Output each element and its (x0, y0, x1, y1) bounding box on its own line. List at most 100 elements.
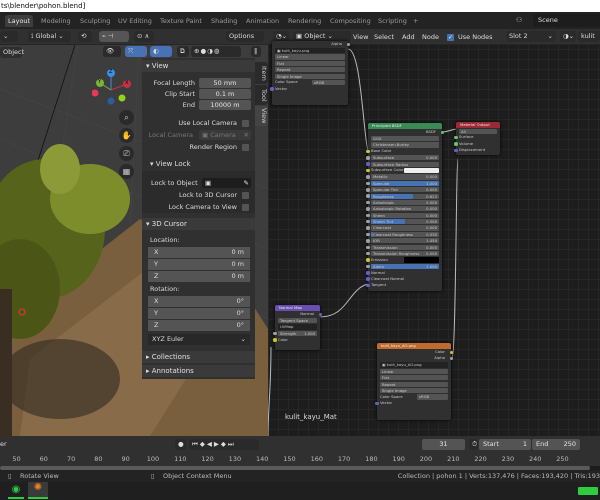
playback-controls[interactable]: ⏮◆◀▶◆⏭ (189, 439, 259, 450)
bsdf-value-field[interactable]: Subsurface 0.000 (371, 155, 439, 161)
interpolation-dropdown[interactable]: Linear (380, 368, 448, 374)
cursor-panel-header[interactable]: ▾ 3D Cursor (142, 218, 255, 230)
input-socket[interactable] (366, 251, 370, 256)
menu-view[interactable]: View (353, 33, 368, 41)
input-socket[interactable] (366, 168, 370, 173)
projection-dropdown[interactable]: Flat (380, 375, 448, 381)
cursor-location-x[interactable]: X 0 m (148, 247, 250, 258)
stopwatch-icon[interactable]: ⏱ (469, 439, 478, 450)
input-socket[interactable] (366, 194, 370, 198)
color-swatch[interactable] (404, 167, 439, 174)
scene-selector[interactable]: Scene (533, 14, 600, 27)
focal-length-field[interactable]: 50 mm (199, 78, 251, 88)
bsdf-value-field[interactable]: Metallic 0.000 (371, 174, 439, 180)
uv-map-field[interactable]: UVMap (278, 324, 317, 330)
view-panel-header[interactable]: ▾ View (142, 60, 255, 72)
tab-compositing[interactable]: Compositing (327, 15, 374, 27)
input-socket[interactable] (366, 245, 370, 250)
tab-modeling[interactable]: Modeling (38, 15, 74, 27)
subsurface-method-dropdown[interactable]: Christensen-Burley (371, 142, 439, 148)
cursor-location-z[interactable]: Z 0 m (148, 271, 250, 282)
extension-dropdown[interactable]: Repeat (275, 67, 345, 73)
menu-add[interactable]: Add (402, 33, 415, 41)
use-local-camera-checkbox[interactable] (242, 120, 249, 127)
collections-panel-header[interactable]: ▸ Collections (142, 351, 255, 363)
add-workspace-button[interactable]: + (410, 15, 421, 27)
tab-item[interactable]: Item (255, 62, 268, 84)
timeline[interactable]: er ● ⏮◆◀▶◆⏭ 31 ⏱ Start 1 End 250 50 60 70 80 9… (0, 436, 600, 466)
bsdf-value-field[interactable]: Alpha 1.000 (371, 263, 439, 269)
extension-dropdown[interactable]: Repeat (380, 381, 448, 387)
input-socket[interactable] (366, 213, 370, 218)
zoom-icon[interactable]: ⌕ (119, 110, 134, 125)
input-socket[interactable] (366, 162, 370, 166)
navigation-gizmo[interactable]: Z Y X (91, 66, 136, 111)
source-dropdown[interactable]: Single Image (275, 73, 345, 79)
distribution-dropdown[interactable]: GGX (371, 135, 439, 142)
start-frame-field[interactable]: Start 1 (479, 439, 531, 450)
bsdf-value-field[interactable]: Clearcoat Roughness 0.030 (371, 231, 439, 238)
tab-scripting[interactable]: Scripting (375, 15, 410, 27)
cursor-rotation-x[interactable]: X 0° (148, 296, 250, 307)
eyedropper-icon[interactable]: ✎ (244, 178, 251, 188)
tab-texture-paint[interactable]: Texture Paint (157, 15, 205, 27)
local-camera-field[interactable]: ▣ Camera ✕ (199, 130, 251, 140)
input-socket[interactable] (366, 232, 370, 237)
target-dropdown[interactable]: All (459, 128, 497, 134)
space-dropdown[interactable]: Tangent Space (278, 317, 317, 324)
slot-dropdown[interactable]: Slot 2 ⌄ (506, 31, 556, 42)
tab-view[interactable]: View (255, 106, 268, 126)
bsdf-value-field[interactable]: IOR 1.450 (371, 238, 439, 244)
visibility-icon[interactable]: 👁 (103, 46, 121, 57)
bsdf-value-field[interactable]: Anisotropic 0.000 (371, 199, 439, 206)
render-region-checkbox[interactable] (242, 144, 249, 151)
tab-shading[interactable]: Shading (208, 15, 240, 27)
image-texture-node[interactable]: Alpha ▣ kulit_kayu.png Linear Flat Repea… (270, 41, 350, 105)
pivot-point-icon[interactable]: ⟲ (78, 31, 92, 42)
bsdf-value-field[interactable]: Specular 1.000 (371, 180, 439, 186)
tab-rendering[interactable]: Rendering (285, 15, 324, 27)
normal-map-node[interactable]: Normal Map Normal Tangent Space UVMap St… (273, 305, 322, 350)
cursor-rotation-z[interactable]: Z 0° (148, 320, 250, 331)
transform-orientation-dropdown[interactable]: ⟟ Global ⌄ (28, 31, 71, 42)
bsdf-value-field[interactable]: Specular Tint 0.000 (371, 187, 439, 193)
object-mode-button[interactable]: Object (0, 47, 24, 58)
bsdf-value-field[interactable]: Transmission 0.000 (371, 244, 439, 250)
lock-camera-checkbox[interactable] (242, 204, 249, 211)
principled-bsdf-node[interactable]: Principled BSDF BSDF GGX Christensen-Bur… (366, 123, 444, 291)
perspective-grid-icon[interactable]: ▦ (119, 164, 134, 179)
shader-node-editor[interactable]: ◔⌄ ▣ Object ⌄ View Select Add Node ✓ Use… (268, 29, 600, 436)
spotify-icon[interactable]: ◉ (8, 484, 24, 499)
bsdf-value-field[interactable]: Sheen Tint 0.500 (371, 219, 439, 225)
input-socket[interactable] (366, 264, 370, 269)
tab-animation[interactable]: Animation (243, 15, 282, 27)
scene-icon[interactable]: ⚇ (516, 16, 530, 25)
menu-node[interactable]: Node (422, 33, 439, 41)
input-socket[interactable] (366, 200, 370, 205)
snap-icon[interactable]: ⌁ ⊣ (99, 31, 129, 42)
strength-field[interactable]: Strength 1.000 (278, 330, 317, 336)
material-icon[interactable]: ◑⌄ (560, 31, 576, 42)
input-socket[interactable] (366, 188, 370, 192)
image-file-field[interactable]: ▣ kulit_kayu.png (275, 47, 345, 54)
color-swatch[interactable] (404, 257, 439, 263)
bsdf-value-field[interactable]: Anisotropic Rotation 0.000 (371, 206, 439, 212)
input-socket[interactable] (366, 258, 370, 262)
source-dropdown[interactable]: Single Image (380, 387, 448, 394)
bsdf-dropdown-field[interactable]: Subsurface Radius (371, 161, 439, 167)
lock-cursor-checkbox[interactable] (242, 192, 249, 199)
record-button[interactable]: ● (175, 439, 186, 450)
input-socket[interactable] (366, 226, 370, 230)
annotations-panel-header[interactable]: ▸ Annotations (142, 365, 255, 377)
editor-type-dropdown[interactable]: ⌄ (0, 31, 18, 42)
cursor-location-y[interactable]: Y 0 m (148, 259, 250, 270)
end-frame-field[interactable]: End 250 (532, 439, 580, 450)
bsdf-value-field[interactable]: Roughness 0.623 (371, 193, 439, 199)
tab-tool[interactable]: Tool (255, 85, 268, 105)
image-file-field[interactable]: ▣ kulit_kayu_AO.png (380, 362, 448, 368)
material-output-node[interactable]: Material Output All Surface Volume Displ… (454, 122, 500, 155)
bsdf-value-field[interactable]: Clearcoat 0.000 (371, 225, 439, 231)
rotation-mode-dropdown[interactable]: XYZ Euler ⌄ (148, 334, 250, 345)
pan-hand-icon[interactable]: ✋ (119, 128, 134, 143)
bsdf-value-field[interactable]: Transmission Roughness 0.000 (371, 251, 439, 257)
